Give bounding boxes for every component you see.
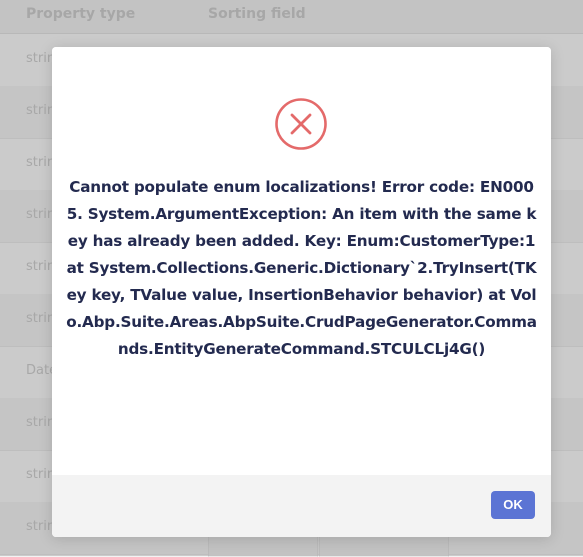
error-dialog: Cannot populate enum localizations! Erro… bbox=[52, 47, 551, 537]
dialog-body: Cannot populate enum localizations! Erro… bbox=[52, 47, 551, 475]
error-message: Cannot populate enum localizations! Erro… bbox=[66, 178, 537, 358]
ok-button[interactable]: OK bbox=[491, 491, 535, 519]
dialog-footer bbox=[52, 475, 551, 537]
error-x-circle-icon bbox=[275, 98, 327, 150]
